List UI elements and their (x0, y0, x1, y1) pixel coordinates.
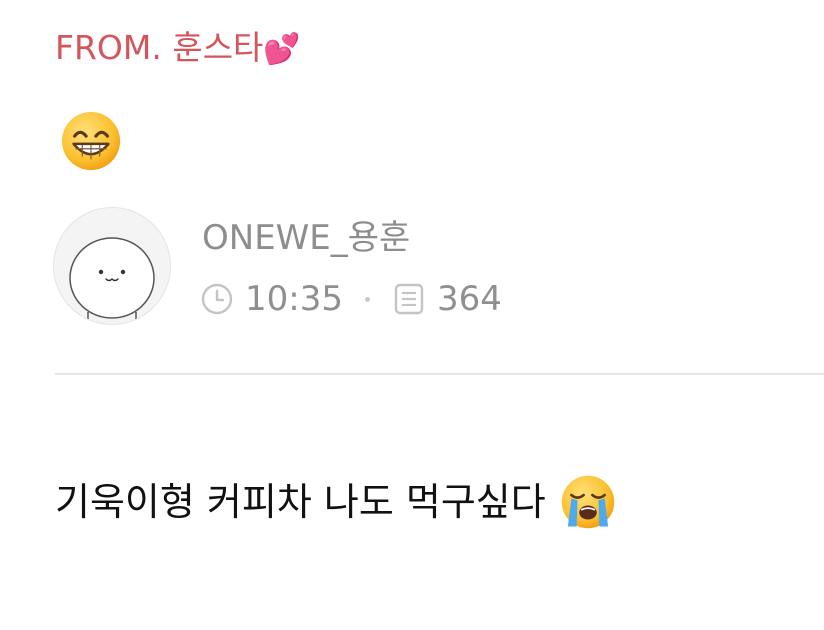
post-meta: 10:35 364 (200, 276, 502, 322)
author-name[interactable]: ONEWE_용훈 (202, 214, 410, 262)
from-label: FROM. 훈스타 (55, 28, 264, 67)
message-text: 기욱이형 커피차 나도 먹구싶다 (55, 480, 546, 524)
clock-icon (201, 283, 233, 315)
fan-letter-post: FROM. 훈스타💕 ONEWE_용훈 10:35 364 기욱이형 커피차 나… (0, 0, 824, 630)
grinning-face-emoji (61, 111, 121, 171)
document-icon (394, 283, 424, 315)
white-cat-face-icon (69, 237, 155, 322)
loudly-crying-face-emoji (561, 475, 614, 529)
post-count: 364 (436, 279, 502, 319)
message-body: 기욱이형 커피차 나도 먹구싶다 (55, 474, 616, 530)
divider (55, 373, 824, 375)
author-avatar[interactable] (53, 207, 171, 325)
meta-separator-dot (364, 296, 370, 302)
from-header: FROM. 훈스타💕 (55, 24, 301, 74)
two-hearts-emoji: 💕 (263, 32, 301, 67)
post-time: 10:35 (245, 279, 343, 319)
